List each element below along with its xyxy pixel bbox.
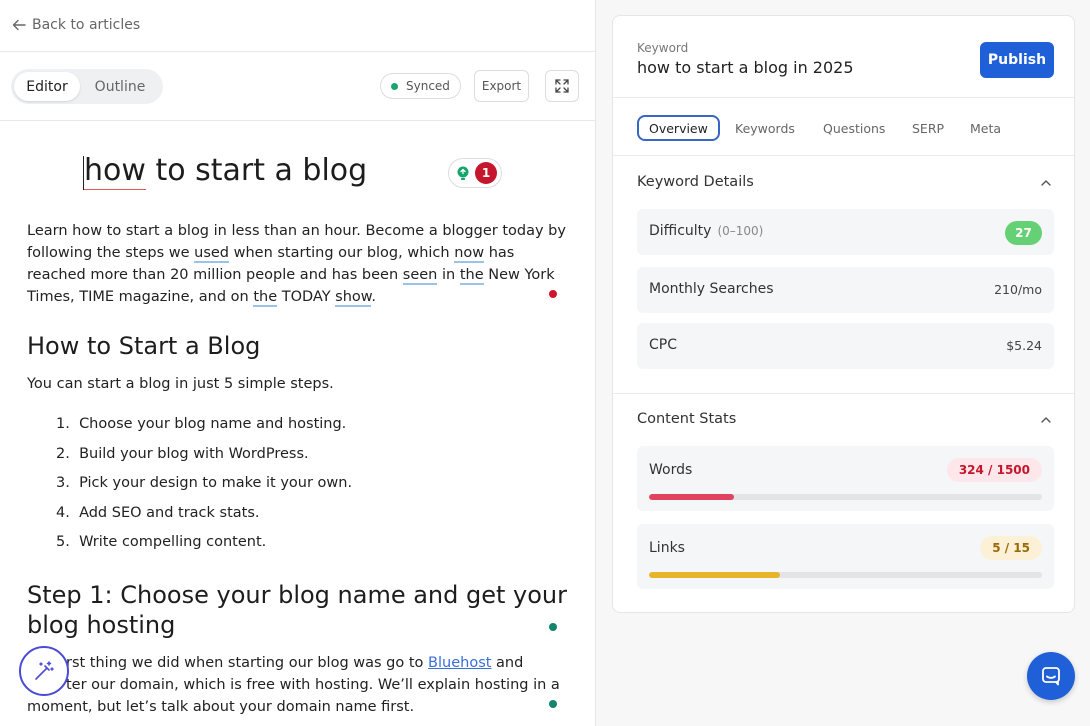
chat-support-button[interactable] (1027, 652, 1075, 700)
links-count-badge: 5 / 15 (980, 536, 1042, 560)
spellcheck-underline (84, 189, 146, 190)
intro-text: TODAY (277, 289, 336, 305)
list-item[interactable]: 2. Build your blog with WordPress. (56, 443, 352, 473)
intro-paragraph[interactable]: Learn how to start a blog in less than a… (27, 220, 567, 308)
fullscreen-button[interactable] (545, 70, 579, 102)
paragraph-text: and (491, 655, 524, 671)
sidebar-tabs: Overview Keywords Questions SERP Meta (613, 97, 1074, 156)
view-toggle: Editor Outline (11, 69, 163, 104)
paragraph-text: rst thing we did when starting our blog … (66, 655, 429, 671)
list-item[interactable]: 1. Choose your blog name and hosting. (56, 413, 352, 443)
list-text: Write compelling content. (79, 534, 267, 550)
list-text: Choose your blog name and hosting. (79, 416, 347, 432)
export-button[interactable]: Export (474, 70, 529, 102)
arrow-left-icon (12, 19, 26, 31)
heading-2[interactable]: Step 1: Choose your blog name and get yo… (27, 580, 572, 640)
sync-status-label: Synced (406, 79, 450, 93)
links-progress-track (649, 572, 1042, 578)
tab-editor[interactable]: Editor (14, 72, 80, 101)
difficulty-range: (0–100) (717, 224, 764, 238)
list-item[interactable]: 3. Pick your design to make it your own. (56, 472, 352, 502)
highlighted-word[interactable]: seen (402, 267, 438, 285)
highlighted-word[interactable]: show (335, 289, 372, 307)
issue-marker[interactable] (549, 623, 557, 631)
tab-serp[interactable]: SERP (912, 115, 944, 141)
keyword-label: Keyword (637, 41, 689, 55)
list-number: 1. (56, 416, 70, 432)
monthly-searches-label: Monthly Searches (649, 281, 774, 297)
paragraph-line[interactable]: ter our domain, which is free with hosti… (27, 674, 567, 696)
heading-2[interactable]: How to Start a Blog (27, 331, 260, 361)
keyword-value: how to start a blog in 2025 (637, 58, 854, 77)
article-title[interactable]: how to start a blog (84, 152, 367, 190)
list-text: Pick your design to make it your own. (79, 475, 353, 491)
difficulty-label: Difficulty (0–100) (649, 223, 763, 239)
lightbulb-icon (457, 166, 469, 180)
words-count-badge: 324 / 1500 (946, 458, 1042, 482)
chat-icon (1042, 667, 1060, 686)
steps-list: 1. Choose your blog name and hosting. 2.… (56, 413, 352, 561)
issue-marker[interactable] (549, 290, 557, 298)
editor-panel: Back to articles Editor Outline Synced E… (0, 0, 596, 726)
tab-questions[interactable]: Questions (823, 115, 885, 141)
issue-marker[interactable] (549, 700, 557, 708)
seo-card: Keyword how to start a blog in 2025 Publ… (612, 15, 1075, 613)
back-link[interactable]: Back to articles (12, 15, 140, 35)
cpc-label: CPC (649, 337, 677, 353)
difficulty-badge: 27 (1005, 221, 1042, 245)
list-number: 2. (56, 445, 70, 462)
words-label: Words (649, 462, 693, 478)
words-progress-fill (649, 494, 734, 500)
list-item[interactable]: 4. Add SEO and track stats. (56, 502, 352, 532)
cpc-value: $5.24 (1006, 338, 1042, 353)
keyword-details-title[interactable]: Keyword Details (637, 174, 754, 190)
list-text: Build your blog with WordPress. (79, 445, 309, 462)
list-number: 5. (56, 534, 70, 550)
bluehost-link[interactable]: Bluehost (428, 655, 491, 671)
monthly-searches-value: 210/mo (994, 282, 1042, 297)
words-stat: Words 324 / 1500 (637, 446, 1054, 511)
back-link-label: Back to articles (32, 17, 141, 33)
tab-outline[interactable]: Outline (80, 72, 160, 101)
difficulty-row: Difficulty (0–100) 27 (637, 209, 1054, 255)
list-item[interactable]: 5. Write compelling content. (56, 531, 352, 561)
monthly-searches-row: Monthly Searches 210/mo (637, 267, 1054, 313)
highlighted-word[interactable]: the (253, 289, 278, 307)
content-stats-title[interactable]: Content Stats (637, 411, 736, 427)
tab-overview[interactable]: Overview (637, 115, 720, 141)
suggestion-count: 1 (475, 162, 497, 184)
links-label: Links (649, 540, 685, 556)
sync-status-badge: Synced (380, 73, 461, 99)
intro-text: . (371, 289, 376, 305)
status-dot-icon (391, 82, 398, 90)
chevron-up-icon[interactable] (1039, 176, 1053, 190)
section-divider (613, 393, 1074, 394)
list-number: 3. (56, 475, 70, 491)
intro-text: in (437, 267, 460, 283)
seo-sidebar: Keyword how to start a blog in 2025 Publ… (596, 0, 1090, 726)
tab-meta[interactable]: Meta (970, 115, 1001, 141)
words-progress-track (649, 494, 1042, 500)
paragraph-line[interactable]: moment, but let’s talk about your domain… (27, 696, 567, 718)
links-progress-fill (649, 572, 780, 578)
chevron-up-icon[interactable] (1039, 413, 1053, 427)
suggestions-badge[interactable]: 1 (448, 158, 502, 188)
highlighted-word[interactable]: now (454, 245, 485, 263)
paragraph[interactable]: You can start a blog in just 5 simple st… (27, 373, 567, 395)
cpc-row: CPC $5.24 (637, 323, 1054, 369)
paragraph[interactable]: rst thing we did when starting our blog … (27, 652, 567, 674)
list-text: Add SEO and track stats. (79, 504, 260, 521)
ai-assistant-button[interactable] (19, 646, 69, 696)
highlighted-word[interactable]: the (459, 267, 484, 285)
magic-wand-icon (35, 661, 54, 680)
editor-toolbar: Editor Outline Synced Export (0, 51, 595, 121)
tab-keywords[interactable]: Keywords (735, 115, 795, 141)
list-number: 4. (56, 504, 70, 521)
expand-icon (555, 79, 569, 93)
links-stat: Links 5 / 15 (637, 524, 1054, 589)
intro-text: when starting our blog, which (229, 245, 455, 261)
highlighted-word[interactable]: used (194, 245, 229, 263)
difficulty-label-text: Difficulty (649, 223, 712, 239)
publish-button[interactable]: Publish (980, 42, 1054, 78)
